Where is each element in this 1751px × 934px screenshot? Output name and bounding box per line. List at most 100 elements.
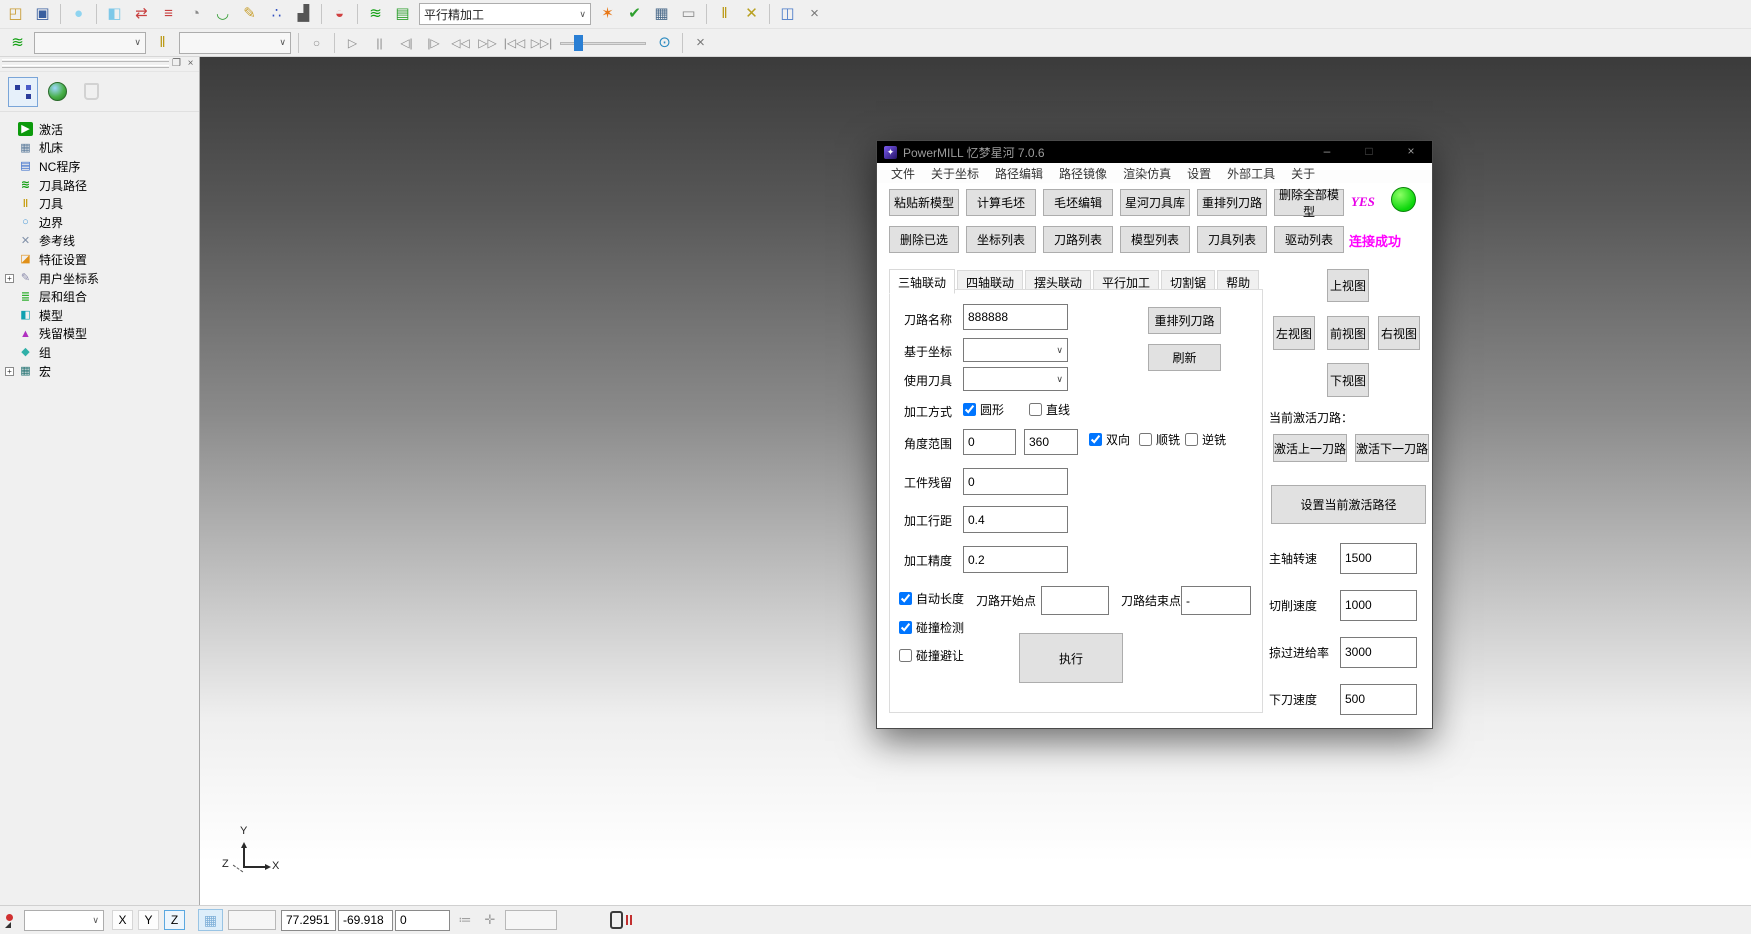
auto-length-checkbox[interactable]: 自动长度 <box>899 590 964 607</box>
simulate-check-icon[interactable]: ✔ <box>622 2 647 26</box>
toolpath-icon[interactable]: ≋ <box>5 31 30 55</box>
bidirectional-checkbox-input[interactable] <box>1089 433 1102 446</box>
conventional-checkbox-input[interactable] <box>1185 433 1198 446</box>
pause-icon[interactable]: || <box>367 31 392 55</box>
action-button[interactable]: 刀路列表 <box>1043 226 1113 253</box>
collision-check-icon[interactable]: ◒ <box>327 2 352 26</box>
toolpath-combobox[interactable]: ∨ <box>34 32 146 54</box>
menu-item[interactable]: 渲染仿真 <box>1115 163 1179 184</box>
speed-input[interactable] <box>1340 637 1417 668</box>
tree-item[interactable]: + ◆ 组 <box>0 343 199 362</box>
strategy-list-icon[interactable]: ▤ <box>390 2 415 26</box>
xyz-readout-icon[interactable]: ≔ <box>455 912 475 928</box>
menu-item[interactable]: 路径镜像 <box>1051 163 1115 184</box>
compare-models-icon[interactable]: ◫ <box>775 2 800 26</box>
view-right-button[interactable]: 右视图 <box>1378 316 1420 350</box>
tool-holder-icon[interactable]: ▟ <box>291 2 316 26</box>
tool-combobox[interactable]: ∨ <box>963 367 1068 391</box>
panel-docking-header[interactable]: ❐ × <box>0 57 199 72</box>
tool-pair-icon[interactable]: ‖ <box>712 2 737 26</box>
bidirectional-checkbox[interactable]: 双向 <box>1089 431 1130 448</box>
separator[interactable] <box>769 4 770 24</box>
separator[interactable] <box>706 4 707 24</box>
menu-item[interactable]: 关于坐标 <box>923 163 987 184</box>
action-button[interactable]: 毛坯编辑 <box>1043 189 1113 216</box>
tree-item[interactable]: + ▦ 宏 <box>0 362 199 381</box>
climb-checkbox-input[interactable] <box>1139 433 1152 446</box>
tree-item[interactable]: + ◧ 模型 <box>0 306 199 325</box>
collision-check-checkbox-input[interactable] <box>899 621 912 634</box>
tree-item[interactable]: + ✕ 参考线 <box>0 232 199 251</box>
menu-item[interactable]: 文件 <box>883 163 923 184</box>
step-back-icon[interactable]: ◁| <box>394 31 419 55</box>
strategy-combobox[interactable]: 平行精加工 ∨ <box>419 3 591 25</box>
axis-button[interactable]: Z <box>164 910 185 930</box>
clock-icon[interactable]: ⊙ <box>652 31 677 55</box>
step-forward-icon[interactable]: |▷ <box>421 31 446 55</box>
tree-item[interactable]: + ▤ NC程序 <box>0 157 199 176</box>
coordinate-input[interactable] <box>395 910 450 931</box>
auto-length-checkbox-input[interactable] <box>899 592 912 605</box>
separator[interactable] <box>357 4 358 24</box>
lightbulb-icon[interactable]: ○ <box>304 31 329 55</box>
tolerance-input[interactable] <box>963 546 1068 573</box>
activate-next-button[interactable]: 激活下一刀路 <box>1355 434 1429 462</box>
rapid-heights-icon[interactable]: ⇄ <box>129 2 154 26</box>
stock-input[interactable] <box>963 468 1068 495</box>
action-button[interactable]: 计算毛坯 <box>966 189 1036 216</box>
view-left-button[interactable]: 左视图 <box>1273 316 1315 350</box>
toolpath-verify-icon[interactable]: ✶ <box>595 2 620 26</box>
close-icon[interactable]: × <box>1390 141 1432 163</box>
action-button[interactable]: 重排列刀路 <box>1197 189 1267 216</box>
explorer-tree-button[interactable] <box>8 77 38 107</box>
view-top-button[interactable]: 上视图 <box>1327 269 1369 302</box>
dialog-titlebar[interactable]: ✦ PowerMILL 忆梦星河 7.0.6 – □ × <box>877 141 1432 163</box>
end-point-input[interactable] <box>1181 586 1251 615</box>
set-active-path-button[interactable]: 设置当前激活路径 <box>1271 485 1426 524</box>
points-icon[interactable]: ∴ <box>264 2 289 26</box>
climb-checkbox[interactable]: 顺铣 <box>1139 431 1180 448</box>
play-icon[interactable]: ▷ <box>340 31 365 55</box>
menu-item[interactable]: 关于 <box>1283 163 1323 184</box>
tree-item[interactable]: + ○ 边界 <box>0 213 199 232</box>
tree-item[interactable]: + ▶ 激活 <box>0 120 199 139</box>
measure-cross-icon[interactable]: ✕ <box>739 2 764 26</box>
tool-icon[interactable]: ‖ <box>150 31 175 55</box>
speed-input[interactable] <box>1340 590 1417 621</box>
tree-item[interactable]: + ▲ 残留模型 <box>0 325 199 344</box>
action-button[interactable]: 粘贴新模型 <box>889 189 959 216</box>
block-icon[interactable]: ◧ <box>102 2 127 26</box>
save-project-icon[interactable]: ▣ <box>30 2 55 26</box>
speed-input[interactable] <box>1340 543 1417 574</box>
angle-from-input[interactable] <box>963 429 1016 455</box>
calculator-icon[interactable]: ▦ <box>649 2 674 26</box>
go-start-icon[interactable]: |◁◁ <box>502 31 527 55</box>
menu-item[interactable]: 设置 <box>1179 163 1219 184</box>
action-button[interactable]: 刀具列表 <box>1197 226 1267 253</box>
angle-to-input[interactable] <box>1024 429 1078 455</box>
execute-button[interactable]: 执行 <box>1019 633 1123 683</box>
separator[interactable] <box>682 33 683 53</box>
action-button[interactable]: 删除全部模型 <box>1274 189 1344 216</box>
float-panel-icon[interactable]: ❐ <box>170 58 183 69</box>
action-button[interactable]: 星河刀具库 <box>1120 189 1190 216</box>
action-button[interactable]: 删除已选 <box>889 226 959 253</box>
move-crosshair-icon[interactable]: ✛ <box>480 912 500 928</box>
rearrange-toolpaths-button[interactable]: 重排列刀路 <box>1148 307 1221 334</box>
simulation-device-icon[interactable] <box>610 911 623 929</box>
collision-check-checkbox[interactable]: 碰撞检测 <box>899 619 964 636</box>
close-toolbar-icon[interactable]: × <box>688 31 713 55</box>
leads-links-icon[interactable]: ◡ <box>210 2 235 26</box>
coordinate-input[interactable] <box>281 910 336 931</box>
menu-item[interactable]: 外部工具 <box>1219 163 1283 184</box>
speed-input[interactable] <box>1340 684 1417 715</box>
close-toolbar-icon[interactable]: × <box>802 2 827 26</box>
close-panel-icon[interactable]: × <box>184 58 197 69</box>
action-button[interactable]: 坐标列表 <box>966 226 1036 253</box>
separator[interactable] <box>298 33 299 53</box>
toolpath-name-input[interactable] <box>963 304 1068 330</box>
tree-item[interactable]: + ≋ 刀具路径 <box>0 176 199 195</box>
coordinate-input[interactable] <box>338 910 393 931</box>
sphere-tool-icon[interactable]: ● <box>66 2 91 26</box>
separator[interactable] <box>96 4 97 24</box>
